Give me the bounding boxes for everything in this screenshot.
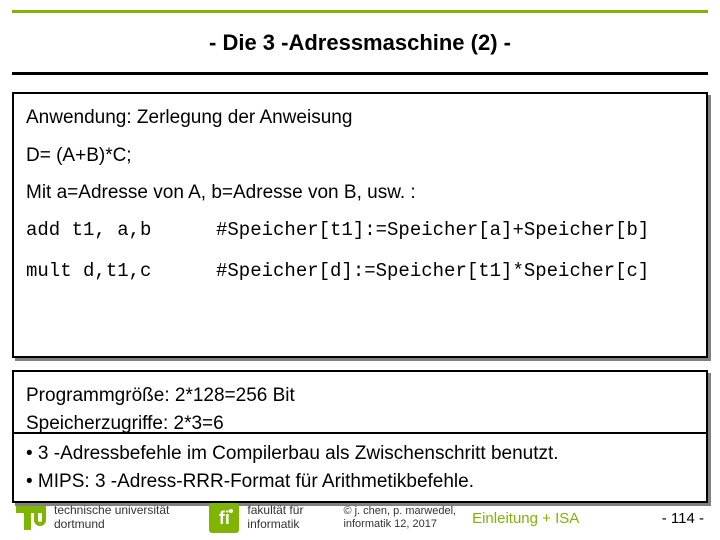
box1-line2: D= (A+B)*C; xyxy=(26,142,694,170)
code1-comment: #Speicher[t1]:=Speicher[a]+Speicher[b] xyxy=(216,217,694,245)
fak-line1: fakultät für xyxy=(247,504,303,518)
section-title: Einleitung + ISA xyxy=(472,510,579,527)
copy-line1: © j. chen, p. marwedel, xyxy=(343,505,456,518)
page-number: - 114 - xyxy=(662,510,704,527)
box2-line1: Programmgröße: 2*128=256 Bit xyxy=(26,382,694,410)
code2-instr: mult d,t1,c xyxy=(26,258,216,286)
code1-instr: add t1, a,b xyxy=(26,217,216,245)
faculty-name: fakultät für informatik xyxy=(247,504,303,532)
uni-line2: dortmund xyxy=(54,518,169,532)
bullet-1: • 3 -Adressbefehle im Compilerbau als Zw… xyxy=(26,440,694,468)
copy-line2: informatik 12, 2017 xyxy=(343,518,456,531)
fi-logo-icon: fi xyxy=(209,503,239,533)
slide-title: - Die 3 -Adressmaschine (2) - xyxy=(0,30,720,56)
fak-line2: informatik xyxy=(247,518,303,532)
copyright: © j. chen, p. marwedel, informatik 12, 2… xyxy=(343,505,456,530)
code-grid: add t1, a,b #Speicher[t1]:=Speicher[a]+S… xyxy=(26,217,694,286)
title-underline xyxy=(12,72,708,75)
bullet-2: • MIPS: 3 -Adress-RRR-Format für Arithme… xyxy=(26,468,694,496)
box1-line1: Anwendung: Zerlegung der Anweisung xyxy=(26,104,694,132)
uni-line1: technische universität xyxy=(54,504,169,518)
content-box-3: • 3 -Adressbefehle im Compilerbau als Zw… xyxy=(12,432,708,503)
top-green-rule xyxy=(12,10,708,13)
slide-footer: technische universität dortmund fi fakul… xyxy=(0,496,720,540)
content-box-1: Anwendung: Zerlegung der Anweisung D= (A… xyxy=(12,92,708,358)
code2-comment: #Speicher[d]:=Speicher[t1]*Speicher[c] xyxy=(216,258,694,286)
tu-logo-icon xyxy=(14,506,48,530)
box1-line3: Mit a=Adresse von A, b=Adresse von B, us… xyxy=(26,179,694,207)
university-name: technische universität dortmund xyxy=(54,504,169,532)
